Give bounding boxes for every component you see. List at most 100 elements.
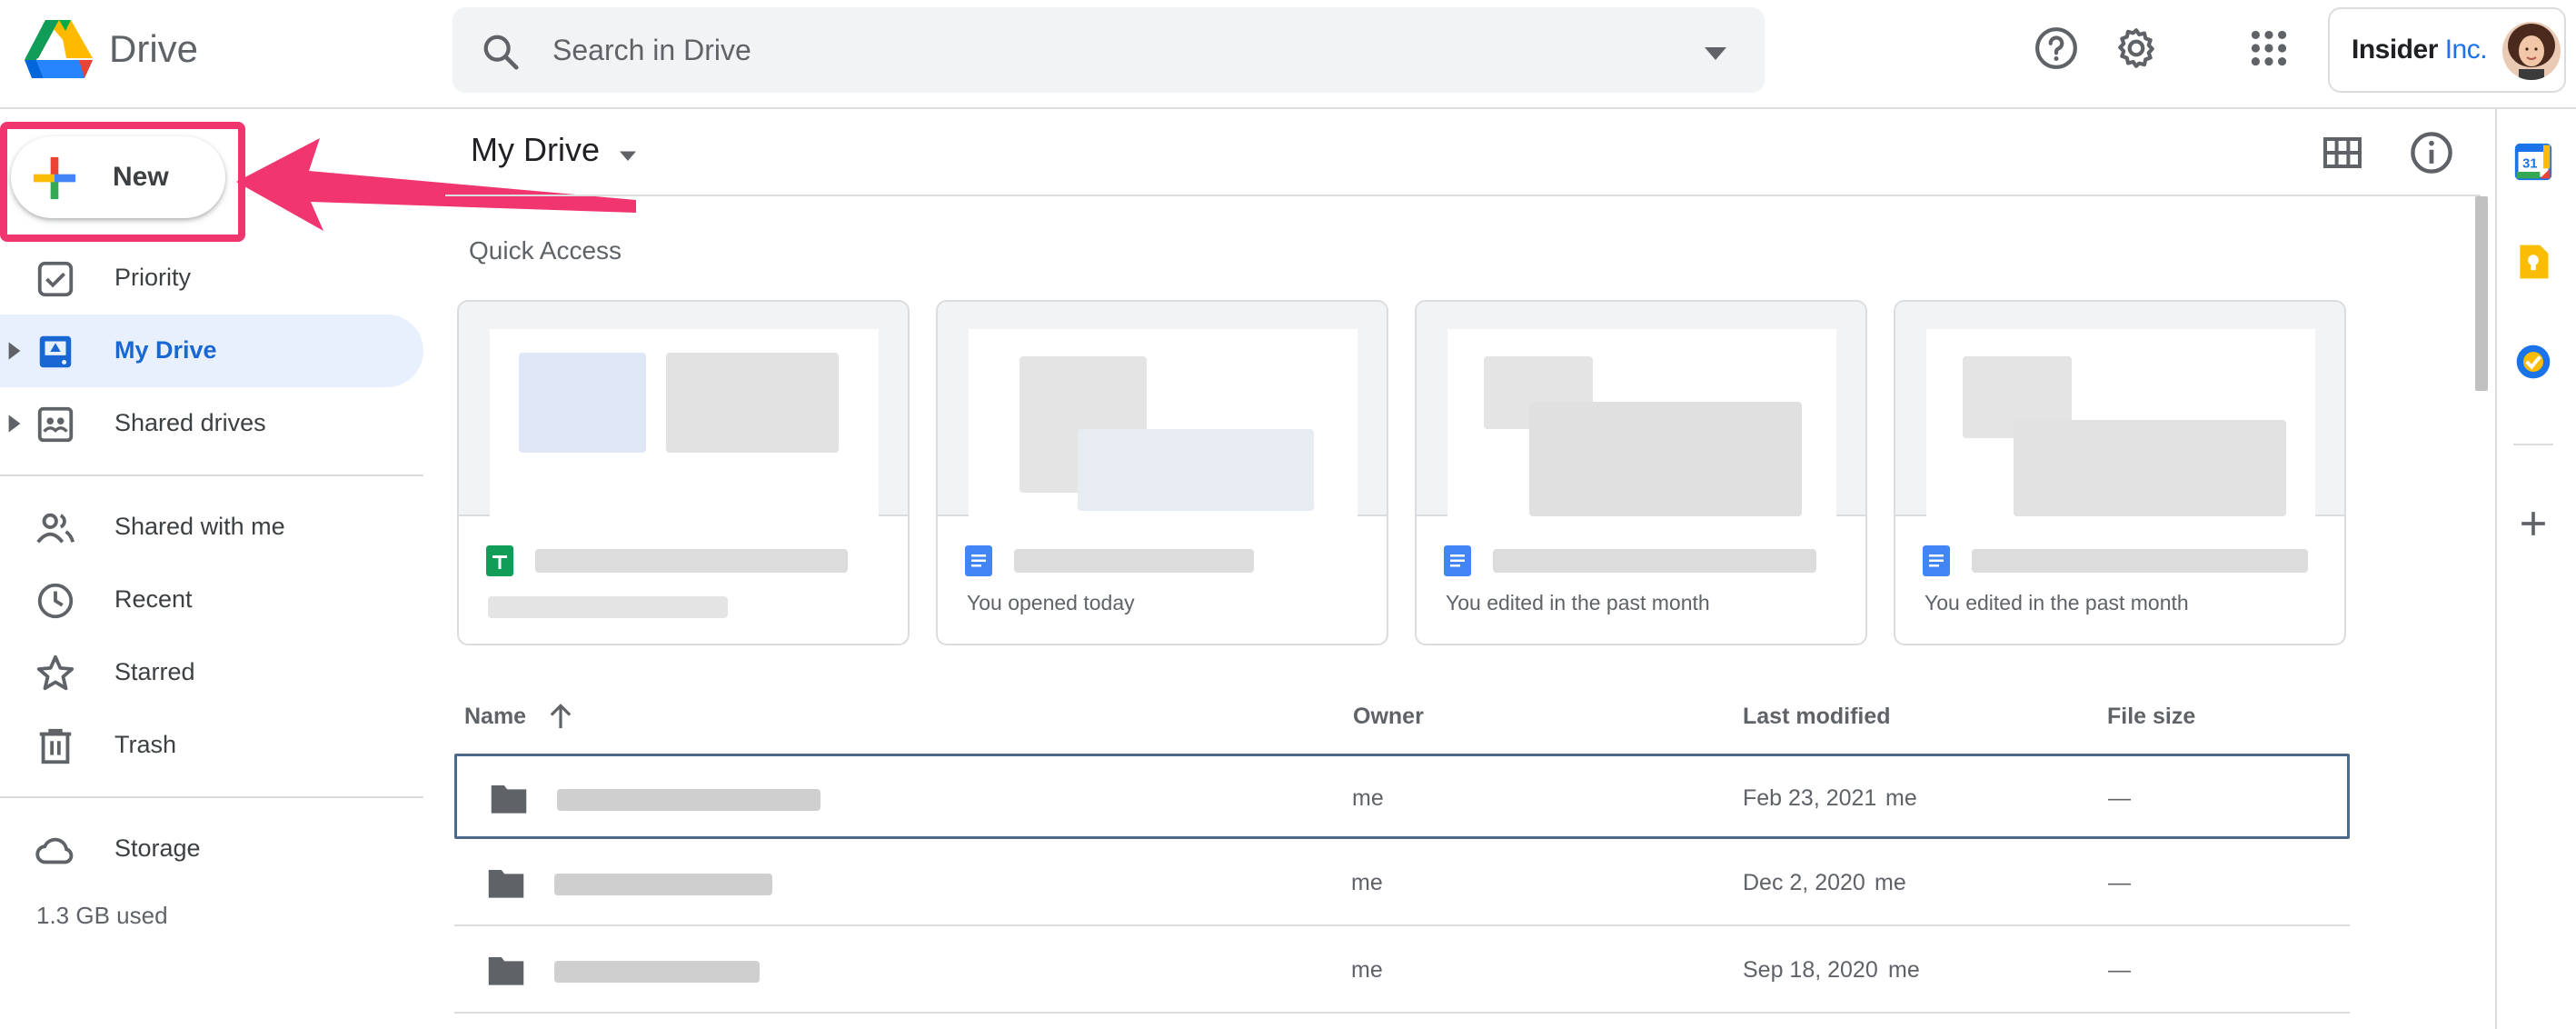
docs-file-icon bbox=[1444, 545, 1471, 576]
main-toolbar: My Drive bbox=[445, 109, 2481, 196]
folder-icon bbox=[488, 870, 524, 898]
scrollbar-thumb[interactable] bbox=[2475, 196, 2488, 391]
modified-by-cell: me bbox=[1885, 785, 1917, 811]
quick-access-card[interactable]: You opened today bbox=[936, 300, 1388, 645]
search-bar[interactable] bbox=[453, 7, 1765, 93]
expand-arrow-icon[interactable] bbox=[7, 415, 22, 433]
file-name-redacted bbox=[535, 549, 848, 573]
scrollbar[interactable] bbox=[2472, 196, 2490, 1029]
location-title[interactable]: My Drive bbox=[471, 131, 600, 169]
modified-by-cell: me bbox=[1875, 870, 1906, 895]
quick-access-card[interactable]: You edited in the past month bbox=[1415, 300, 1867, 645]
search-icon[interactable] bbox=[480, 31, 522, 73]
expand-arrow-icon[interactable] bbox=[7, 342, 22, 360]
file-list-header: Name Owner Last modified File size bbox=[454, 685, 2350, 749]
org-logo-text: Insider Inc. bbox=[2352, 35, 2488, 65]
docs-file-icon bbox=[1923, 545, 1950, 576]
priority-icon bbox=[37, 261, 74, 297]
my-drive-icon bbox=[39, 335, 72, 368]
search-input[interactable] bbox=[552, 25, 1643, 75]
owner-cell: me bbox=[1352, 785, 1384, 811]
column-header-last-modified[interactable]: Last modified bbox=[1743, 704, 1891, 730]
org-name: Insider bbox=[2352, 35, 2438, 65]
star-icon bbox=[36, 654, 75, 691]
quick-access-heading: Quick Access bbox=[469, 236, 622, 265]
sidebar-item-shared-with-me[interactable]: Shared with me bbox=[0, 491, 423, 564]
modified-cell: Feb 23, 2021 bbox=[1743, 785, 1877, 811]
docs-file-icon bbox=[965, 545, 992, 576]
sidebar-item-recent[interactable]: Recent bbox=[0, 564, 423, 636]
tasks-icon[interactable] bbox=[2513, 342, 2553, 382]
apps-grid-icon[interactable] bbox=[2246, 25, 2292, 71]
column-header-file-size[interactable]: File size bbox=[2107, 704, 2195, 730]
thumbnail-page bbox=[490, 329, 879, 516]
add-icon[interactable] bbox=[2513, 504, 2553, 544]
owner-cell: me bbox=[1351, 957, 1383, 983]
sidebar-item-label: Trash bbox=[114, 731, 177, 758]
product-name[interactable]: Drive bbox=[109, 24, 198, 75]
sidebar-divider bbox=[0, 475, 423, 476]
activity-text: You opened today bbox=[967, 591, 1135, 614]
file-name-redacted bbox=[554, 874, 772, 895]
drive-logo-icon[interactable] bbox=[24, 18, 93, 80]
activity-redacted bbox=[488, 596, 728, 618]
sheets-file-icon bbox=[486, 545, 513, 576]
sidebar-item-priority[interactable]: Priority bbox=[0, 242, 423, 315]
size-cell: — bbox=[2108, 785, 2131, 811]
table-row[interactable]: me Feb 23, 2021 me — bbox=[454, 754, 2350, 839]
sidebar-item-label: Shared drives bbox=[114, 409, 266, 436]
org-suffix: Inc. bbox=[2437, 35, 2488, 65]
side-panel-divider bbox=[2513, 444, 2553, 445]
sidebar-item-my-drive[interactable]: My Drive bbox=[0, 315, 423, 387]
calendar-icon[interactable]: 31 bbox=[2513, 142, 2553, 182]
thumbnail-page bbox=[1447, 329, 1836, 516]
file-name-redacted bbox=[557, 789, 821, 811]
info-icon[interactable] bbox=[2408, 129, 2455, 176]
side-panel: 31 bbox=[2495, 109, 2576, 1029]
size-cell: — bbox=[2108, 957, 2131, 983]
sidebar-item-label: My Drive bbox=[114, 336, 217, 364]
cloud-icon bbox=[35, 837, 74, 864]
file-name-redacted bbox=[1972, 549, 2308, 573]
chevron-down-icon[interactable] bbox=[614, 142, 642, 169]
sidebar-item-storage[interactable]: Storage bbox=[0, 813, 423, 885]
app-header: Drive Insider Inc. bbox=[0, 0, 2576, 109]
trash-icon bbox=[39, 728, 72, 764]
sidebar-item-shared-drives[interactable]: Shared drives bbox=[0, 387, 423, 460]
thumbnail-page bbox=[969, 329, 1358, 516]
avatar[interactable] bbox=[2502, 22, 2561, 80]
sidebar-item-label: Shared with me bbox=[114, 513, 285, 540]
gear-icon[interactable] bbox=[2114, 25, 2159, 71]
quick-access-card[interactable] bbox=[457, 300, 910, 645]
modified-by-cell: me bbox=[1888, 957, 1920, 983]
folder-icon bbox=[491, 785, 527, 814]
file-thumbnail bbox=[459, 302, 908, 516]
avatar-image bbox=[2502, 22, 2561, 80]
help-icon[interactable] bbox=[2034, 25, 2079, 71]
grid-view-icon[interactable] bbox=[2321, 131, 2364, 175]
activity-text: You edited in the past month bbox=[1446, 591, 1710, 614]
quick-access-card[interactable]: You edited in the past month bbox=[1894, 300, 2346, 645]
people-icon bbox=[36, 513, 75, 544]
keep-icon[interactable] bbox=[2513, 242, 2553, 282]
file-name-redacted bbox=[1014, 549, 1254, 573]
sort-ascending-icon[interactable] bbox=[547, 702, 574, 731]
search-options-dropdown-icon[interactable] bbox=[1697, 35, 1734, 71]
sidebar-divider bbox=[0, 796, 423, 798]
file-name-redacted bbox=[1493, 549, 1816, 573]
column-header-owner[interactable]: Owner bbox=[1353, 704, 1424, 730]
table-row[interactable]: me Dec 2, 2020 me — bbox=[454, 841, 2350, 926]
calendar-day: 31 bbox=[2522, 156, 2537, 171]
highlight-box bbox=[0, 122, 245, 242]
sidebar-item-starred[interactable]: Starred bbox=[0, 636, 423, 709]
account-switcher[interactable]: Insider Inc. bbox=[2328, 7, 2566, 93]
column-header-name[interactable]: Name bbox=[464, 704, 526, 730]
table-row[interactable]: me Sep 18, 2020 me — bbox=[454, 928, 2350, 1014]
sidebar-item-label: Recent bbox=[114, 585, 193, 613]
modified-cell: Sep 18, 2020 bbox=[1743, 957, 1878, 983]
shared-drives-icon bbox=[37, 406, 74, 443]
modified-cell: Dec 2, 2020 bbox=[1743, 870, 1865, 895]
file-name-redacted bbox=[554, 961, 760, 983]
activity-text: You edited in the past month bbox=[1925, 591, 2189, 614]
sidebar-item-trash[interactable]: Trash bbox=[0, 709, 423, 782]
